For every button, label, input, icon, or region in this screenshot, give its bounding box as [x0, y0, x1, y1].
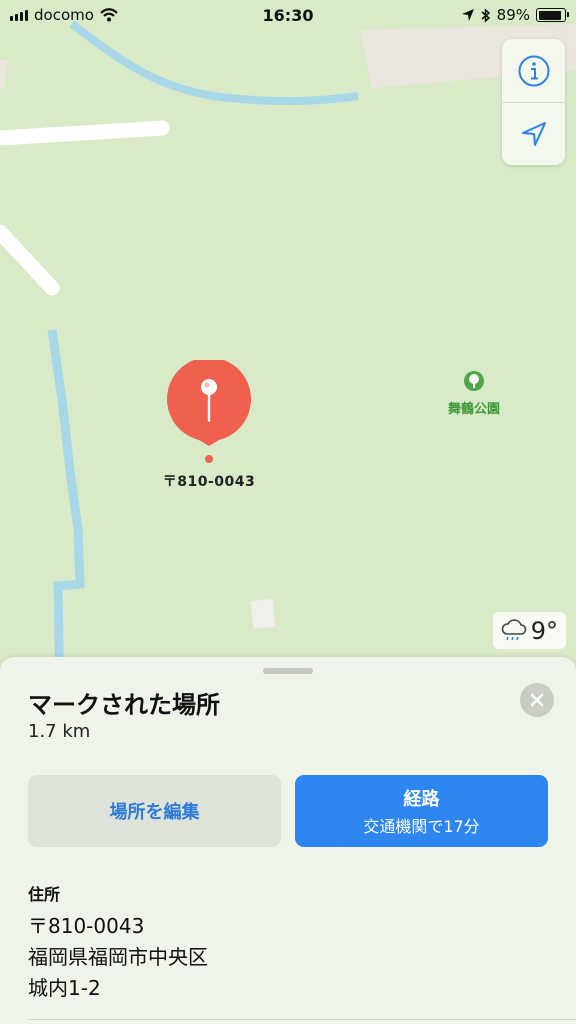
carrier-label: docomo	[34, 6, 94, 24]
status-left: docomo	[10, 6, 118, 24]
bluetooth-icon	[481, 7, 490, 23]
weather-badge: 9°	[492, 612, 566, 649]
rain-cloud-icon	[501, 618, 527, 640]
address-line: 〒810-0043	[28, 914, 145, 938]
directions-label: 経路	[403, 789, 440, 810]
building-shape	[0, 60, 8, 90]
road-line	[0, 120, 170, 146]
signal-icon	[10, 9, 28, 21]
weather-temp: 9°	[530, 616, 558, 645]
address-section: 住所 〒810-0043 福岡県福岡市中央区 城内1-2	[28, 881, 208, 1004]
map-view[interactable]	[0, 0, 576, 700]
marked-location-pin[interactable]	[166, 357, 252, 464]
location-arrow-icon	[521, 122, 546, 146]
map-controls	[502, 39, 565, 165]
status-right: 89%	[461, 6, 569, 24]
park-poi[interactable]: 舞鶴公園	[436, 370, 512, 417]
transit-time: 交通機関で17分	[363, 817, 480, 836]
current-location-button[interactable]	[502, 102, 565, 165]
status-bar: docomo 16:30 89%	[0, 0, 576, 30]
address-line: 城内1-2	[28, 976, 101, 1000]
place-card: マークされた場所 1.7 km 場所を編集 経路 交通機関で17分 住所 〒81…	[0, 657, 576, 1024]
address-line: 福岡県福岡市中央区	[28, 945, 208, 969]
directions-button[interactable]: 経路 交通機関で17分	[295, 775, 548, 847]
road-line	[0, 224, 60, 296]
close-icon	[530, 693, 544, 707]
battery-icon	[536, 8, 569, 22]
sheet-grabber[interactable]	[263, 668, 313, 674]
battery-percent: 89%	[496, 6, 530, 24]
divider	[28, 1019, 576, 1020]
moat-line	[47, 329, 85, 700]
wifi-icon	[100, 8, 118, 22]
pin-icon	[167, 357, 251, 463]
address-label: 住所	[28, 885, 61, 904]
battery-level	[538, 10, 561, 20]
building-shape	[250, 598, 276, 630]
edit-location-button[interactable]: 場所を編集	[28, 775, 281, 847]
info-button[interactable]	[502, 39, 565, 102]
river-line	[69, 20, 359, 106]
pin-label: 〒810-0043	[162, 474, 256, 490]
location-arrow-icon	[461, 9, 474, 21]
place-title: マークされた場所	[28, 691, 220, 719]
close-button[interactable]	[520, 683, 554, 717]
tree-icon	[464, 371, 484, 391]
park-label: 舞鶴公園	[447, 402, 500, 417]
map-background	[0, 20, 576, 700]
info-icon	[518, 55, 549, 86]
place-distance: 1.7 km	[28, 721, 91, 742]
